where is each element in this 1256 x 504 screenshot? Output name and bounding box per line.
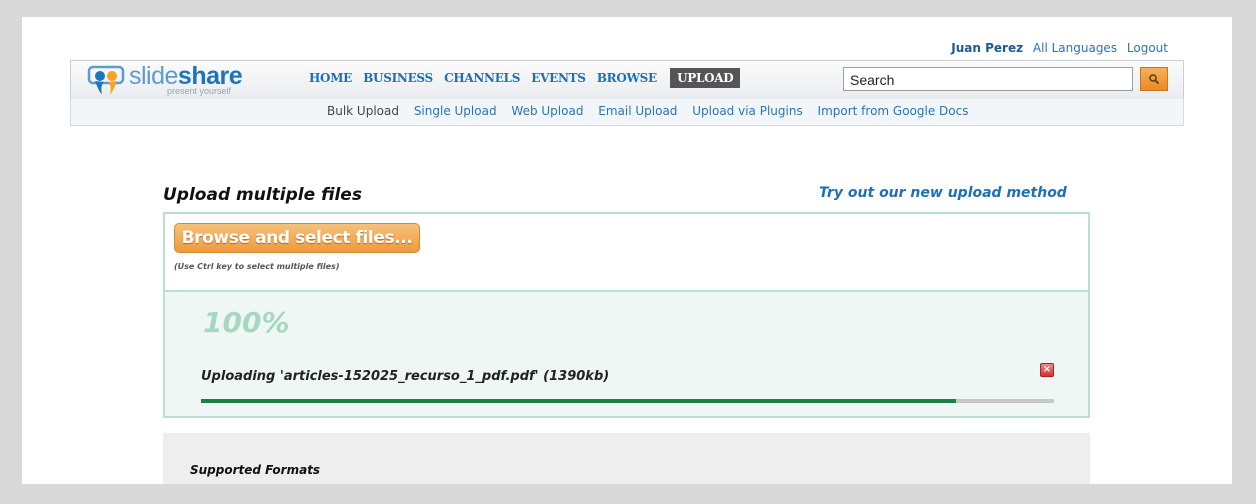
search-input[interactable]: Search bbox=[843, 67, 1133, 91]
upload-status: Uploading 'articles-152025_recurso_1_pdf… bbox=[201, 369, 610, 384]
logout-link[interactable]: Logout bbox=[1127, 41, 1168, 55]
search-icon bbox=[1149, 74, 1160, 85]
nav-events[interactable]: EVENTS bbox=[531, 71, 586, 85]
upload-progress-panel: 100% Uploading 'articles-152025_recurso_… bbox=[163, 290, 1090, 418]
subnav-bulk-upload[interactable]: Bulk Upload bbox=[327, 104, 399, 118]
multi-select-hint: (Use Ctrl key to select multiple files) bbox=[174, 262, 340, 271]
close-icon: × bbox=[1042, 364, 1052, 375]
try-new-upload-link[interactable]: Try out our new upload method bbox=[819, 185, 1067, 201]
subnav-web-upload[interactable]: Web Upload bbox=[511, 104, 583, 118]
nav-channels[interactable]: CHANNELS bbox=[444, 71, 520, 85]
supported-formats-panel: Supported Formats bbox=[163, 433, 1090, 484]
logo[interactable]: slideshare present yourself bbox=[87, 62, 257, 98]
nav-upload[interactable]: UPLOAD bbox=[670, 68, 741, 88]
page-frame: Juan Perez All Languages Logout slidesha… bbox=[22, 17, 1232, 484]
progress-fill bbox=[201, 399, 956, 403]
subnav-single-upload[interactable]: Single Upload bbox=[414, 104, 497, 118]
nav-home[interactable]: HOME bbox=[309, 71, 352, 85]
upload-subnav: Bulk Upload Single Upload Web Upload Ema… bbox=[70, 99, 1184, 126]
browse-files-button[interactable]: Browse and select files... bbox=[174, 223, 420, 253]
progress-bar bbox=[201, 399, 1054, 403]
user-bar: Juan Perez All Languages Logout bbox=[945, 41, 1168, 55]
site-header: slideshare present yourself HOME BUSINES… bbox=[70, 60, 1184, 100]
page-title: Upload multiple files bbox=[163, 185, 362, 205]
main-nav: HOME BUSINESS CHANNELS EVENTS BROWSE UPL… bbox=[309, 68, 747, 88]
upload-percent: 100% bbox=[203, 306, 290, 339]
subnav-import-google-docs[interactable]: Import from Google Docs bbox=[818, 104, 969, 118]
remove-upload-button[interactable]: × bbox=[1040, 363, 1054, 377]
supported-formats-title: Supported Formats bbox=[190, 463, 321, 477]
browse-panel: Browse and select files... (Use Ctrl key… bbox=[163, 212, 1090, 290]
nav-business[interactable]: BUSINESS bbox=[363, 71, 433, 85]
slideshare-logo-icon bbox=[87, 65, 125, 94]
subnav-upload-via-plugins[interactable]: Upload via Plugins bbox=[692, 104, 802, 118]
nav-browse[interactable]: BROWSE bbox=[597, 71, 657, 85]
search-button[interactable] bbox=[1140, 67, 1168, 91]
user-name-link[interactable]: Juan Perez bbox=[951, 41, 1023, 55]
languages-link[interactable]: All Languages bbox=[1033, 41, 1117, 55]
logo-tagline: present yourself bbox=[167, 86, 232, 96]
subnav-email-upload[interactable]: Email Upload bbox=[598, 104, 677, 118]
